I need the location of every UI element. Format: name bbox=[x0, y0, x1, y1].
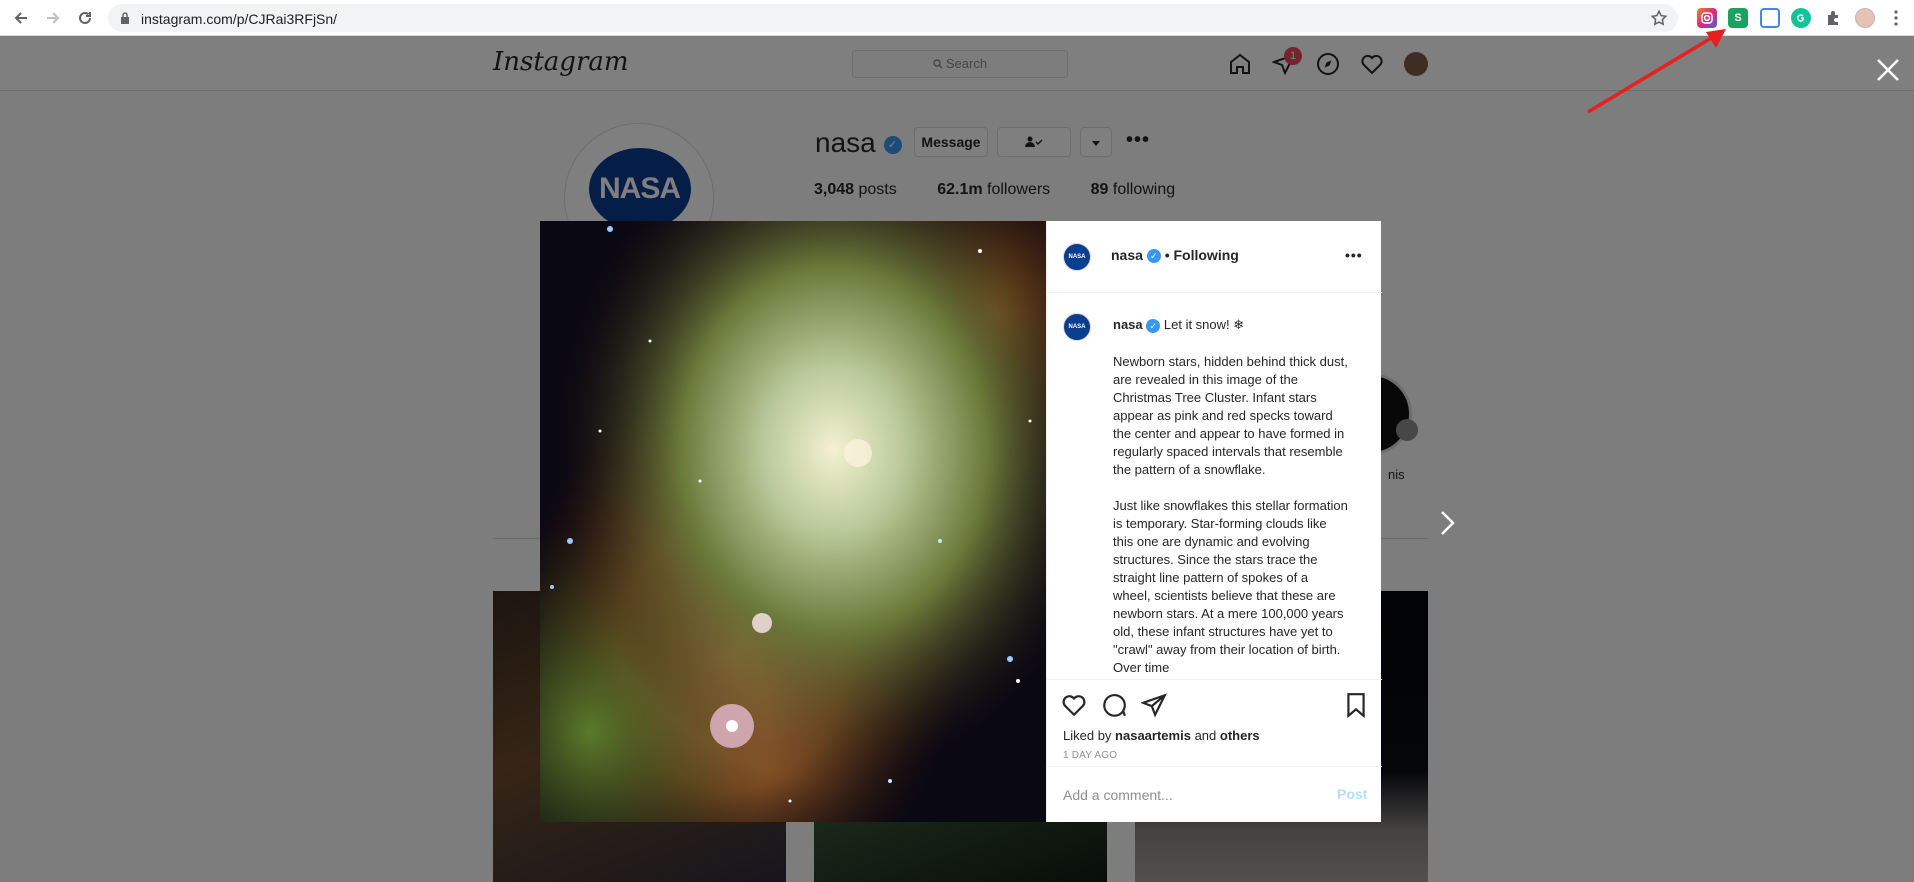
grammarly-extension-icon[interactable] bbox=[1791, 8, 1811, 28]
post-author-username[interactable]: nasa bbox=[1111, 247, 1143, 263]
arrow-left-icon bbox=[14, 12, 27, 24]
lock-icon bbox=[121, 12, 129, 24]
add-comment-input[interactable] bbox=[1063, 783, 1323, 807]
comment-bubble-icon[interactable] bbox=[1101, 692, 1127, 718]
browser-menu-button[interactable] bbox=[1884, 6, 1908, 30]
comment-bar: Post bbox=[1047, 766, 1382, 822]
post-options-icon[interactable]: ••• bbox=[1345, 247, 1363, 263]
liked-by-text: Liked by nasaartemis and others bbox=[1063, 728, 1260, 743]
reload-button[interactable] bbox=[73, 6, 97, 30]
reload-icon bbox=[79, 11, 91, 24]
puzzle-icon bbox=[1828, 11, 1838, 25]
post-caption: NASA nasa ✓ Let it snow! ❄ Newborn stars… bbox=[1047, 293, 1382, 679]
bookmark-star-icon[interactable] bbox=[1650, 9, 1668, 27]
url-text: instagram.com/p/CJRai3RFjSn/ bbox=[141, 11, 338, 27]
annotation-arrow-icon bbox=[1587, 29, 1726, 114]
liked-by-others-link[interactable]: others bbox=[1220, 728, 1260, 743]
caption-paragraph: Just like snowflakes this stellar format… bbox=[1113, 498, 1348, 675]
liked-by-user-link[interactable]: nasaartemis bbox=[1115, 728, 1191, 743]
chrome-extension-icon[interactable] bbox=[1760, 8, 1780, 28]
post-actions: Liked by nasaartemis and others 1 DAY AG… bbox=[1047, 679, 1382, 763]
next-post-chevron-icon[interactable] bbox=[1436, 508, 1460, 538]
back-button[interactable] bbox=[9, 6, 33, 30]
caption-text: Newborn stars, hidden behind thick dust,… bbox=[1113, 353, 1349, 679]
kebab-menu-icon bbox=[1894, 10, 1898, 26]
post-image[interactable] bbox=[540, 221, 1046, 822]
caption-paragraph: Newborn stars, hidden behind thick dust,… bbox=[1113, 354, 1348, 477]
caption-title: Let it snow! ❄ bbox=[1163, 317, 1245, 332]
post-sidebar: NASA nasa ✓ • Following ••• NASA nasa ✓ … bbox=[1046, 221, 1382, 822]
post-author: nasa ✓ • Following bbox=[1111, 247, 1239, 264]
s-extension-icon[interactable]: S bbox=[1728, 8, 1748, 28]
like-heart-icon[interactable] bbox=[1061, 692, 1087, 718]
nebula-image bbox=[540, 221, 1046, 822]
profile-avatar-button[interactable] bbox=[1853, 6, 1877, 30]
post-modal: NASA nasa ✓ • Following ••• NASA nasa ✓ … bbox=[540, 221, 1382, 822]
post-comment-button[interactable]: Post bbox=[1337, 786, 1367, 802]
forward-button[interactable] bbox=[41, 6, 65, 30]
save-bookmark-icon[interactable] bbox=[1343, 692, 1369, 718]
extensions-puzzle-button[interactable] bbox=[1821, 6, 1845, 30]
following-status[interactable]: • Following bbox=[1165, 247, 1239, 263]
verified-badge-icon: ✓ bbox=[1146, 249, 1161, 264]
arrow-right-icon bbox=[47, 12, 60, 24]
post-header: NASA nasa ✓ • Following ••• bbox=[1047, 221, 1382, 293]
caption-header: nasa ✓ Let it snow! ❄ bbox=[1113, 317, 1244, 333]
user-avatar bbox=[1855, 8, 1875, 28]
share-paper-plane-icon[interactable] bbox=[1141, 692, 1167, 718]
caption-username[interactable]: nasa bbox=[1113, 317, 1143, 332]
verified-badge-icon: ✓ bbox=[1146, 318, 1161, 333]
instagram-extension-icon[interactable] bbox=[1697, 8, 1717, 28]
close-icon[interactable] bbox=[1874, 56, 1902, 84]
post-timestamp[interactable]: 1 DAY AGO bbox=[1063, 750, 1117, 761]
post-author-avatar[interactable]: NASA bbox=[1063, 243, 1091, 271]
address-bar[interactable]: instagram.com/p/CJRai3RFjSn/ bbox=[108, 4, 1678, 32]
caption-author-avatar[interactable]: NASA bbox=[1063, 313, 1091, 341]
